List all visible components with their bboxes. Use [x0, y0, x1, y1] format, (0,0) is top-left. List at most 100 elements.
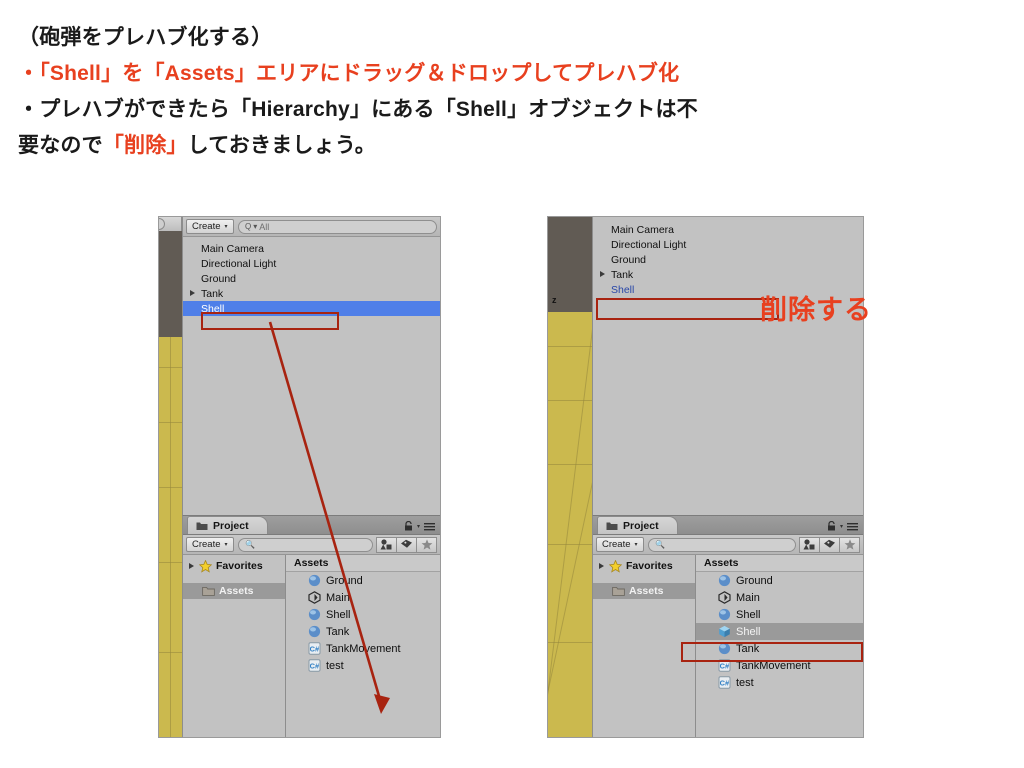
asset-item-label: TankMovement [736, 659, 811, 672]
material-sphere-icon [718, 608, 731, 621]
asset-item-ground[interactable]: Ground [696, 572, 863, 589]
hierarchy-item-ground[interactable]: Ground [183, 271, 440, 286]
assets-column-header: Assets [286, 555, 440, 572]
star-icon[interactable] [839, 536, 860, 553]
hierarchy-item-ground[interactable]: Ground [593, 252, 863, 267]
scene-ground-plane [548, 312, 592, 737]
tab-project-label: Project [213, 519, 249, 532]
asset-item-main[interactable]: Main [696, 589, 863, 606]
scene-gizmo-corner [159, 217, 182, 231]
hamburger-menu-icon[interactable] [847, 522, 858, 531]
csharp-script-icon: C# [718, 659, 731, 672]
svg-text:C#: C# [310, 644, 319, 653]
tag-icon[interactable] [396, 536, 417, 553]
asset-item-shell[interactable]: Shell [696, 623, 863, 640]
hierarchy-item-main-camera[interactable]: Main Camera [593, 222, 863, 237]
asset-item-main[interactable]: Main [286, 589, 440, 606]
folder-icon [196, 522, 208, 530]
hierarchy-item-label: Directional Light [201, 257, 277, 270]
material-sphere-icon [718, 642, 731, 655]
shapes-filter-icon[interactable] [799, 536, 820, 553]
csharp-script-icon: C# [718, 676, 731, 689]
asset-item-label: TankMovement [326, 642, 401, 655]
project-toolbar: Create ▾ 🔍 [593, 535, 863, 555]
project-tree-item-favorites[interactable]: Favorites [183, 558, 285, 574]
unity-scene-icon [718, 591, 731, 604]
hierarchy-search-input[interactable]: Q ▾ All [238, 219, 437, 234]
hierarchy-item-tank[interactable]: Tank [183, 286, 440, 301]
folder-icon [612, 586, 625, 596]
hierarchy-item-directional-light[interactable]: Directional Light [593, 237, 863, 252]
assets-items: Ground Main Shell Shell Tank C# TankMovement C#… [696, 572, 863, 691]
expand-triangle-icon[interactable] [599, 563, 604, 569]
asset-item-label: test [736, 676, 754, 689]
left-hierarchy-pane: Create ▾ Q ▾ All Main Camera Directional … [182, 217, 440, 515]
asset-item-test[interactable]: C# test [696, 674, 863, 691]
hierarchy-item-label: Shell [611, 283, 635, 296]
asset-item-test[interactable]: C# test [286, 657, 440, 674]
svg-text:C#: C# [720, 661, 729, 670]
hierarchy-item-main-camera[interactable]: Main Camera [183, 241, 440, 256]
search-icon: 🔍 [245, 540, 255, 549]
hierarchy-item-directional-light[interactable]: Directional Light [183, 256, 440, 271]
lock-icon[interactable] [404, 521, 413, 531]
project-filter-icons [376, 536, 437, 553]
project-folder-tree: Favorites Assets [183, 555, 286, 737]
lock-icon[interactable] [827, 521, 836, 531]
project-search-input[interactable]: 🔍 [238, 537, 373, 552]
folder-icon [606, 522, 618, 530]
project-tree-item-assets[interactable]: Assets [183, 583, 285, 599]
project-tree-item-assets[interactable]: Assets [593, 583, 695, 599]
right-hierarchy-pane: Main Camera Directional Light Ground Tank Sh… [592, 217, 863, 515]
svg-text:C#: C# [720, 678, 729, 687]
chevron-down-icon: ▾ [634, 541, 638, 548]
asset-item-label: Shell [326, 608, 351, 621]
asset-item-tankmovement[interactable]: C# TankMovement [286, 640, 440, 657]
project-tab-controls: ▾ [827, 521, 858, 531]
asset-item-label: Main [736, 591, 760, 604]
star-icon[interactable] [416, 536, 437, 553]
project-filter-icons [799, 536, 860, 553]
project-tree-item-favorites[interactable]: Favorites [593, 558, 695, 574]
project-create-label: Create [602, 539, 631, 550]
project-create-label: Create [192, 539, 221, 550]
project-create-button[interactable]: Create ▾ [186, 537, 234, 552]
menu-caret-icon: ▾ [839, 523, 843, 530]
hierarchy-item-shell[interactable]: Shell [183, 301, 440, 316]
project-create-button[interactable]: Create ▾ [596, 537, 644, 552]
asset-item-label: Main [326, 591, 350, 604]
asset-item-tank[interactable]: Tank [696, 640, 863, 657]
hierarchy-item-label: Main Camera [201, 242, 265, 255]
project-asset-list: Assets Ground Main Shell Shell Tank C# TankMov… [696, 555, 863, 737]
svg-text:C#: C# [310, 661, 319, 670]
tag-icon[interactable] [819, 536, 840, 553]
asset-item-label: Shell [736, 608, 761, 621]
tab-project[interactable]: Project [597, 516, 678, 534]
asset-item-label: test [326, 659, 344, 672]
expand-triangle-icon[interactable] [189, 563, 194, 569]
asset-item-tankmovement[interactable]: C# TankMovement [696, 657, 863, 674]
project-search-input[interactable]: 🔍 [648, 537, 796, 552]
expand-triangle-icon[interactable] [600, 271, 605, 277]
project-tree-item-label: Favorites [626, 560, 673, 572]
project-asset-list: Assets Ground Main Shell Tank C# TankMovement… [286, 555, 440, 737]
bullet-1-text: 「Shell」を「Assets」エリアにドラッグ＆ドロップしてプレハブ化 [39, 62, 680, 85]
delete-annotation-label: 削除する [760, 295, 872, 325]
tab-project[interactable]: Project [187, 516, 268, 534]
hierarchy-create-label: Create [192, 221, 221, 232]
unity-scene-icon [308, 591, 321, 604]
shapes-filter-icon[interactable] [376, 536, 397, 553]
hierarchy-create-button[interactable]: Create ▾ [186, 219, 234, 234]
hierarchy-item-label: Ground [201, 272, 237, 285]
hierarchy-item-tank[interactable]: Tank [593, 267, 863, 282]
slide-heading: （砲弾をプレハブ化する） [18, 26, 273, 49]
asset-item-shell[interactable]: Shell [286, 606, 440, 623]
asset-item-shell[interactable]: Shell [696, 606, 863, 623]
expand-triangle-icon[interactable] [190, 290, 195, 296]
slide-bullet-2-line-1: ・プレハブができたら「Hierarchy」にある「Shell」オブジェクトは不 [18, 98, 698, 121]
asset-item-tank[interactable]: Tank [286, 623, 440, 640]
star-icon [609, 559, 622, 573]
hamburger-menu-icon[interactable] [424, 522, 435, 531]
right-project-pane: Project ▾ Create ▾ 🔍 Favorites Assets As… [592, 515, 863, 737]
asset-item-ground[interactable]: Ground [286, 572, 440, 589]
